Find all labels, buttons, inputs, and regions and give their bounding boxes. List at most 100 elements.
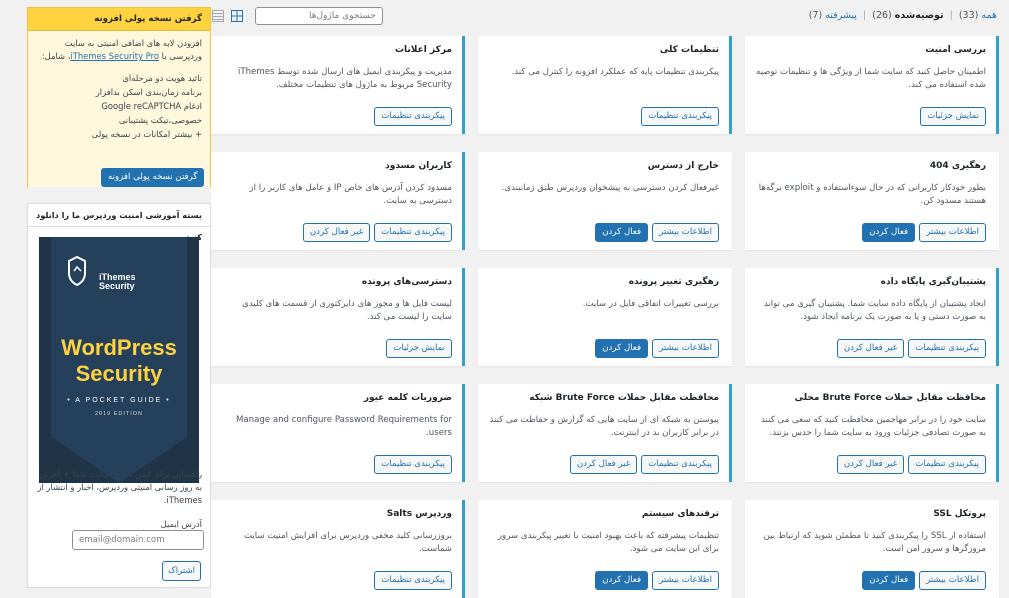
deactivate-button[interactable]: غیر فعال کردن [836, 339, 905, 358]
book-cover-image: iThemes Security WordPress Security • A P… [39, 237, 199, 483]
show-details-button[interactable]: نمایش جزئیات [920, 107, 986, 126]
module-title: تنظیمات کلی [659, 45, 719, 55]
module-card: محافظت مقابل حملات Brute Force شبکه پیوست… [478, 384, 732, 482]
module-card: رهگیری 404 بطور خودکار کاربرانی که در حال… [745, 152, 999, 250]
module-title: خارج از دسترس [647, 161, 719, 171]
pro-upsell-box: گرفتن نسخه پولی افزونه افزودن لایه های ا… [27, 7, 211, 187]
pro-feature-item: ادغام Google reCAPTCHA [101, 101, 202, 111]
deactivate-button[interactable]: غیر فعال کردن [836, 455, 905, 474]
filter-recommended[interactable]: توصیه‌شده [895, 10, 944, 21]
module-title: ترفندهای سیستم [641, 509, 719, 519]
get-pro-button[interactable]: گرفتن نسخه پولی افزونه [101, 168, 205, 187]
guide-description: راهنمایی برای ایمن سازی سایت شما + آخرین… [37, 469, 202, 505]
pro-upsell-intro: افزودن لایه های اضافی امنیتی به سایت ورد… [41, 38, 202, 61]
module-actions: پیکربندی تنظیمات [641, 107, 719, 126]
activate-button[interactable]: فعال کردن [862, 223, 916, 242]
module-actions: پیکربندی تنظیمات غیر فعال کردن [836, 455, 986, 474]
module-description: استفاده از SSL را پیکربندی کنید تا مطمئن… [763, 531, 986, 554]
configure-settings-button[interactable]: پیکربندی تنظیمات [374, 571, 452, 590]
guide-box-title: بسته آموزشی امنیت وردپرس ما را دانلود کن… [28, 204, 210, 242]
learn-more-button[interactable]: اطلاعات بیشتر [652, 571, 719, 590]
book-brand: iThemes Security [99, 272, 136, 291]
pro-feature-item: + بیشتر امکانات در نسخه پولی [91, 129, 202, 139]
module-title: کاربران مسدود [385, 161, 452, 171]
module-card: رهگیری تغییر پرونده بررسی تغییرات اتفاقی … [478, 268, 732, 366]
learn-more-button[interactable]: اطلاعات بیشتر [919, 223, 986, 242]
module-title: وردپرس Salts [386, 509, 452, 519]
module-title: مرکز اعلانات [394, 45, 452, 55]
grid-view-icon[interactable] [231, 10, 243, 22]
configure-settings-button[interactable]: پیکربندی تنظیمات [374, 107, 452, 126]
learn-more-button[interactable]: اطلاعات بیشتر [652, 339, 719, 358]
module-actions: اطلاعات بیشتر فعال کردن [595, 571, 719, 590]
learn-more-button[interactable]: اطلاعات بیشتر [919, 571, 986, 590]
filter-all[interactable]: همه [981, 10, 997, 21]
activate-button[interactable]: فعال کردن [595, 223, 649, 242]
configure-settings-button[interactable]: پیکربندی تنظیمات [641, 455, 719, 474]
module-card: پروتکل SSL استفاده از SSL را پیکربندی کنی… [745, 500, 999, 598]
activate-button[interactable]: فعال کردن [595, 571, 649, 590]
deactivate-button[interactable]: غیر فعال کردن [302, 223, 371, 242]
pro-feature-item: تائید هویت دو مرحله‌ای [122, 73, 202, 83]
book-subtitle: • A POCKET GUIDE • [67, 397, 171, 404]
module-description: Manage and configure Password Requiremen… [235, 415, 452, 438]
configure-settings-button[interactable]: پیکربندی تنظیمات [908, 455, 986, 474]
module-title: ضروریات کلمه عبور [363, 393, 452, 403]
pro-feature-item: خصوصی،تیکت پشتیبانی [118, 115, 202, 125]
module-description: غیرفعال کردن دسترسی به پیشخوان وردپرس طب… [501, 183, 719, 193]
configure-settings-button[interactable]: پیکربندی تنظیمات [908, 339, 986, 358]
module-card: ترفندهای سیستم تنظیمات پیشرفته که باعث به… [478, 500, 732, 598]
module-title: پروتکل SSL [933, 509, 986, 519]
module-title: بررسی امنیت [925, 45, 986, 55]
module-filters: همه (33) | توصیه‌شده (26) | پیشرفته (7) [809, 10, 997, 21]
learn-more-button[interactable]: اطلاعات بیشتر [652, 223, 719, 242]
module-description: اطمینان حاصل کنید که سایت شما از ویژگی ه… [755, 67, 986, 90]
pro-feature-item: برنامه زمان‌بندی اسکن بدافزار [95, 87, 202, 97]
module-card: وردپرس Salts بروزرسانی کلید مخفی وردپرس ب… [211, 500, 465, 598]
show-details-button[interactable]: نمایش جزئیات [386, 339, 452, 358]
module-card: محافظت مقابل حملات Brute Force محلی سایت … [745, 384, 999, 482]
configure-settings-button[interactable]: پیکربندی تنظیمات [374, 455, 452, 474]
configure-settings-button[interactable]: پیکربندی تنظیمات [374, 223, 452, 242]
module-actions: پیکربندی تنظیمات غیر فعال کردن [302, 223, 452, 242]
module-card: تنظیمات کلی پیکربندی تنظیمات پایه که عملک… [478, 36, 732, 134]
module-description: سایت خود را در برابر مهاجمین محافظت کنید… [761, 415, 986, 438]
module-actions: نمایش جزئیات [920, 107, 986, 126]
activate-button[interactable]: فعال کردن [595, 339, 649, 358]
activate-button[interactable]: فعال کردن [862, 571, 916, 590]
module-actions: پیکربندی تنظیمات [374, 455, 452, 474]
guide-download-box: بسته آموزشی امنیت وردپرس ما را دانلود کن… [27, 203, 211, 588]
filter-separator: | [949, 10, 953, 21]
module-title: محافظت مقابل حملات Brute Force شبکه [529, 393, 719, 403]
module-card: کاربران مسدود مسدود کردن آدرس های خاص IP … [211, 152, 465, 250]
email-field[interactable] [72, 530, 204, 550]
pro-upsell-link[interactable]: iThemes Security Pro [70, 51, 159, 61]
filter-all-count: (33) [958, 10, 979, 21]
module-card: بررسی امنیت اطمینان حاصل کنید که سایت شما… [745, 36, 999, 134]
filter-recommended-count: (26) [872, 10, 892, 21]
email-label: آدرس ایمیل [160, 519, 202, 529]
search-modules-input[interactable] [255, 7, 383, 25]
module-title: رهگیری تغییر پرونده [628, 277, 719, 287]
subscribe-button[interactable]: اشتراک [162, 561, 202, 581]
filter-separator: | [862, 10, 867, 21]
module-card: مرکز اعلانات مدیریت و پیکربندی ایمیل های … [211, 36, 465, 134]
deactivate-button[interactable]: غیر فعال کردن [569, 455, 638, 474]
filter-advanced[interactable]: پیشرفته [825, 10, 857, 21]
module-description: بررسی تغییرات اتفاقی فایل در سایت. [582, 299, 719, 309]
module-title: رهگیری 404 [929, 161, 986, 171]
module-actions: اطلاعات بیشتر فعال کردن [595, 339, 719, 358]
module-actions: پیکربندی تنظیمات غیر فعال کردن [569, 455, 719, 474]
list-view-icon[interactable] [212, 10, 224, 22]
module-title: پشتیبان‌گیری پایگاه داده [880, 277, 986, 287]
book-title-line-1: WordPress [61, 335, 177, 360]
module-description: پیوستن به شبکه ای از سایت هایی که گزارش … [489, 415, 719, 438]
module-card: پشتیبان‌گیری پایگاه داده ایجاد پشتیبان از… [745, 268, 999, 366]
pro-upsell-title: گرفتن نسخه پولی افزونه [28, 8, 210, 31]
module-card: خارج از دسترس غیرفعال کردن دسترسی به پیشخ… [478, 152, 732, 250]
module-description: بطور خودکار کاربرانی که در حال سوءاستفاد… [758, 183, 986, 206]
module-actions: نمایش جزئیات [386, 339, 452, 358]
module-description: مدیریت و پیکربندی ایمیل های ارسال شده تو… [237, 67, 452, 90]
module-title: محافظت مقابل حملات Brute Force محلی [794, 393, 986, 403]
configure-settings-button[interactable]: پیکربندی تنظیمات [641, 107, 719, 126]
